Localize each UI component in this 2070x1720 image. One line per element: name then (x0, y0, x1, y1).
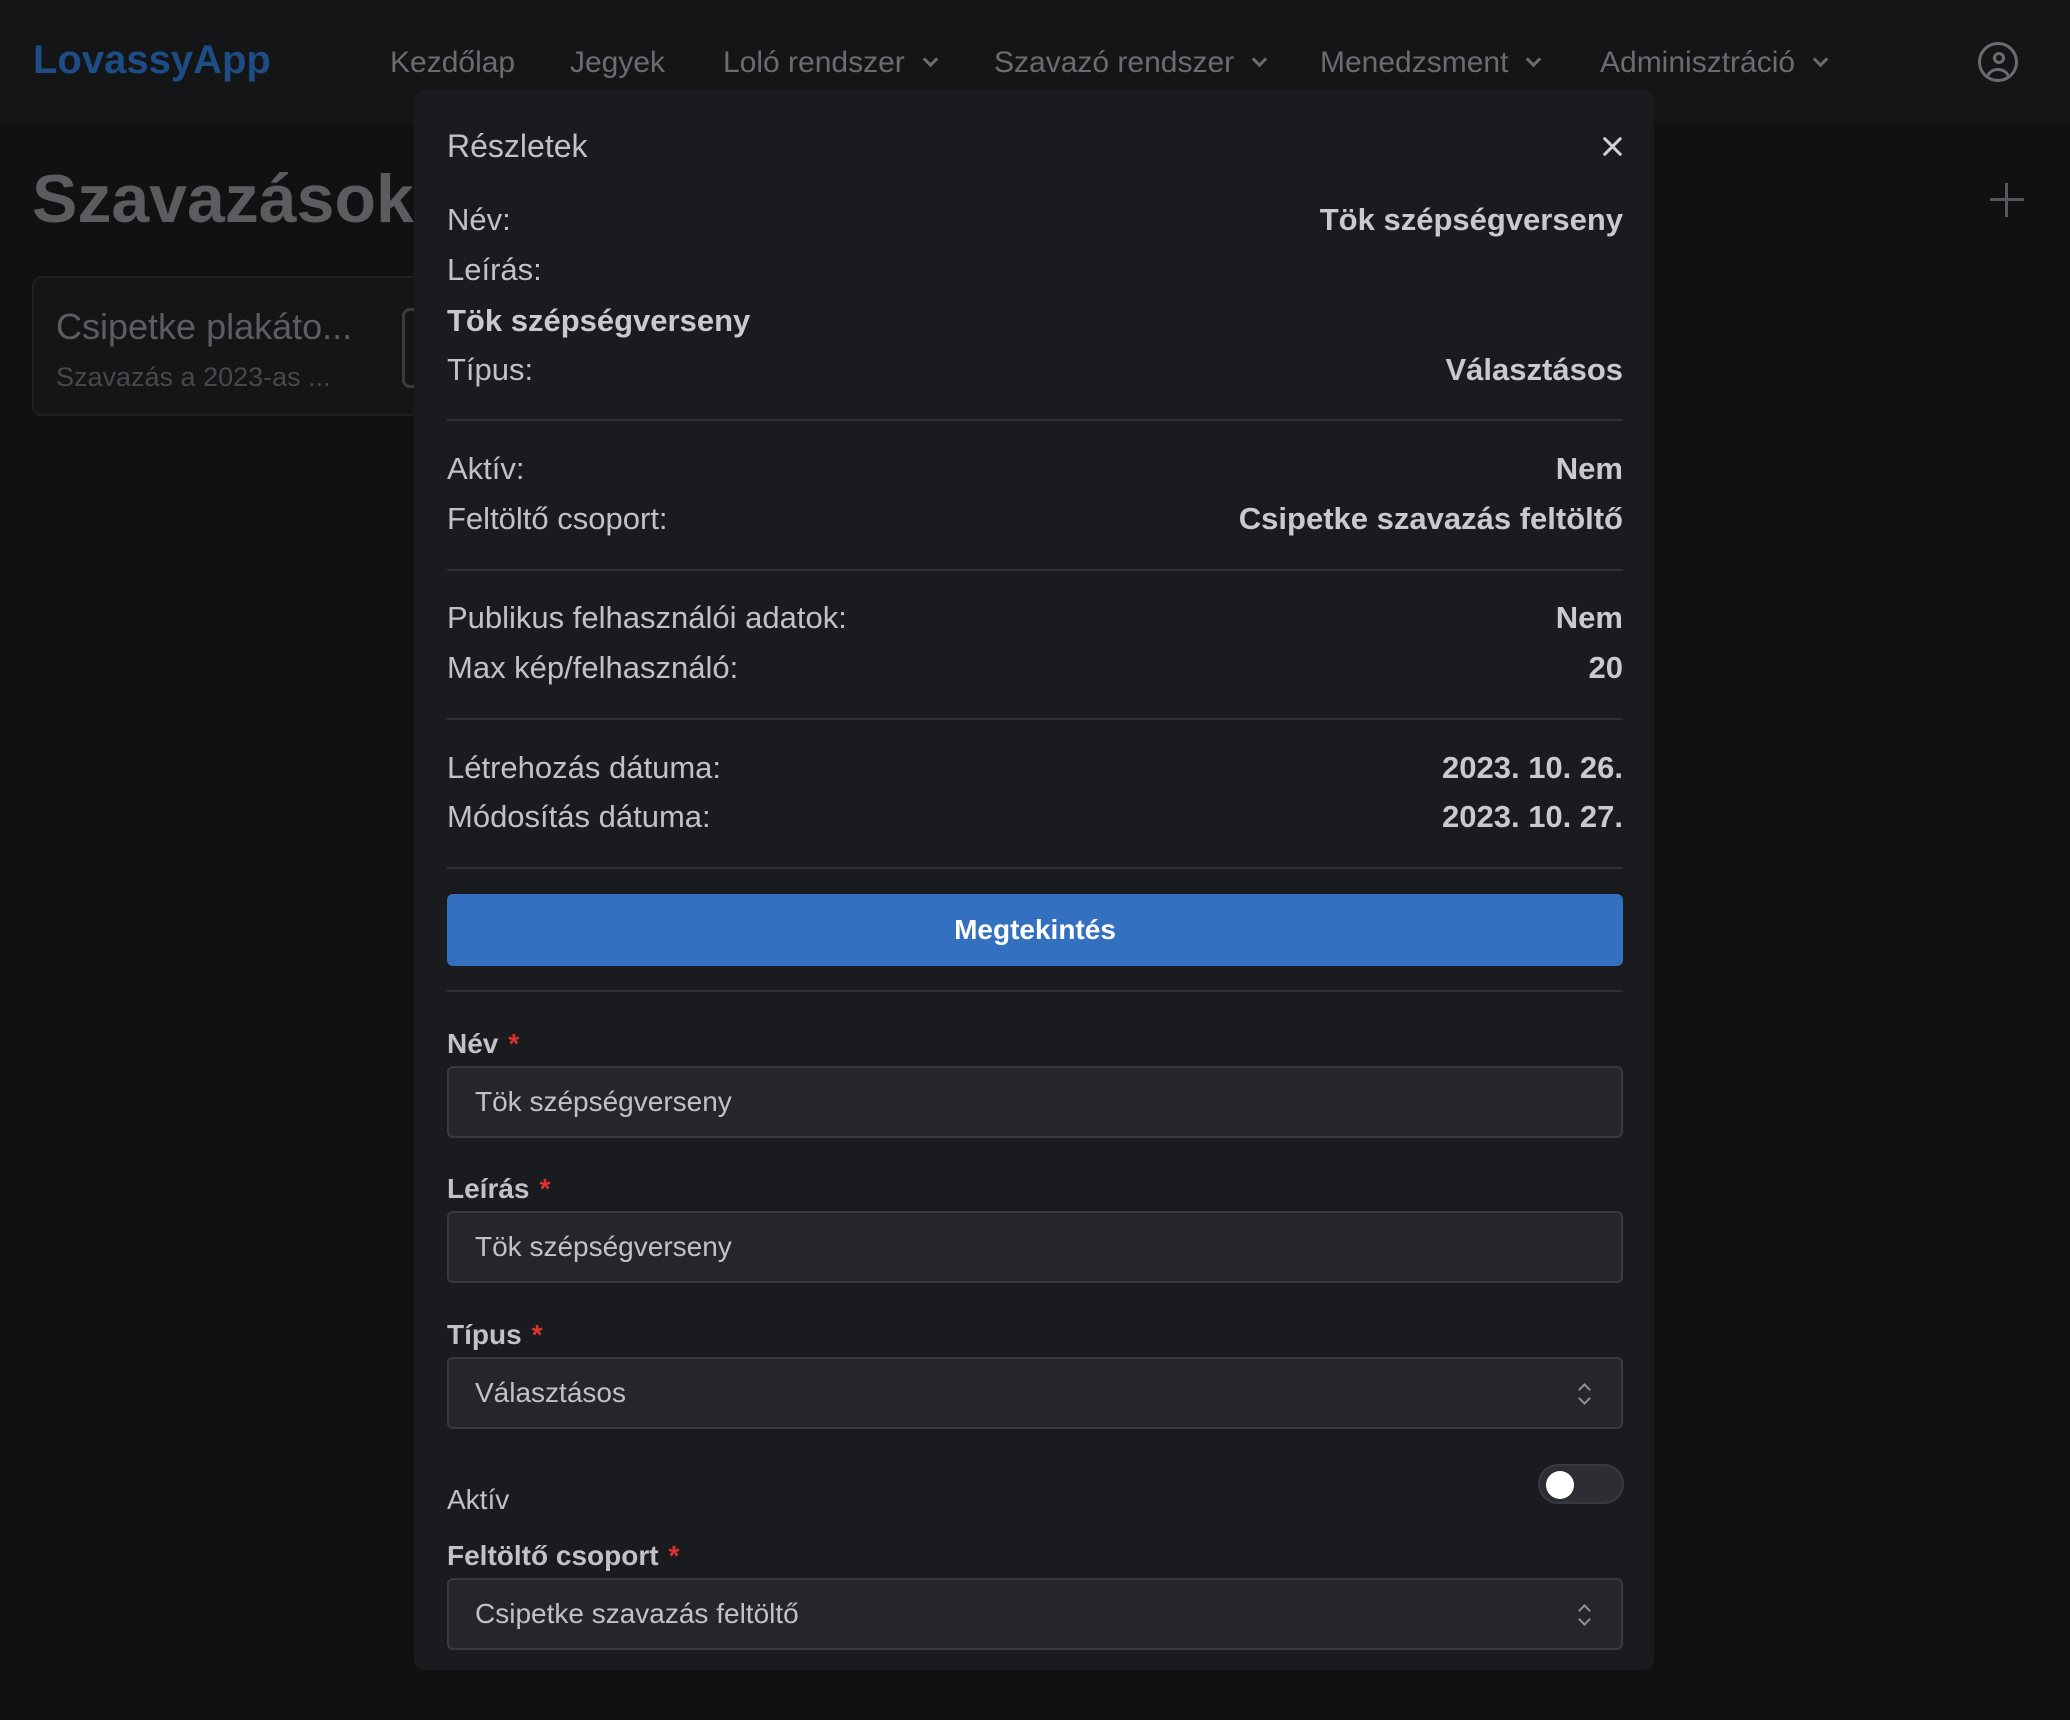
nav-label: Szavazó rendszer (994, 46, 1235, 79)
uploader-group-select[interactable]: Csipetke szavazás feltöltő (447, 1578, 1623, 1650)
nav-label: Jegyek (570, 46, 666, 79)
description-field-label: Leírás * (447, 1173, 550, 1205)
detail-label: Leírás: (447, 252, 542, 287)
active-switch-label: Aktív (447, 1484, 510, 1515)
detail-row-type: Típus: Választásos (447, 352, 1623, 392)
detail-label: Létrehozás dátuma: (447, 750, 722, 785)
chevron-down-icon (1526, 51, 1542, 67)
detail-row-name: Név: Tök szépségverseny (447, 202, 1623, 242)
divider (447, 867, 1623, 869)
detail-value: Nem (1555, 600, 1623, 635)
nav-item-lolo-system[interactable]: Loló rendszer (723, 46, 939, 80)
detail-label: Módosítás dátuma: (447, 799, 711, 834)
detail-row-modified: Módosítás dátuma: 2023. 10. 27. (447, 799, 1623, 839)
detail-label: Típus: (447, 352, 534, 387)
detail-row-created: Létrehozás dátuma: 2023. 10. 26. (447, 750, 1623, 790)
name-input-value: Tök szépségverseny (475, 1086, 732, 1117)
field-label-text: Feltöltő csoport (447, 1540, 659, 1571)
nav-item-voting-system[interactable]: Szavazó rendszer (994, 46, 1268, 80)
description-input-value: Tök szépségverseny (475, 1231, 732, 1262)
switch-knob (1546, 1471, 1574, 1499)
detail-value: 2023. 10. 26. (1442, 750, 1623, 785)
detail-value: 20 (1588, 650, 1623, 685)
page-title: Szavazások (32, 161, 414, 237)
description-input[interactable]: Tök szépségverseny (447, 1211, 1623, 1283)
detail-value: Csipetke szavazás feltöltő (1238, 501, 1623, 536)
poll-card[interactable]: Csipetke plakáto... Szavazás a 2023-as .… (32, 276, 452, 416)
detail-label: Aktív: (447, 451, 525, 486)
divider (447, 569, 1623, 571)
detail-label: Max kép/felhasználó: (447, 650, 739, 685)
detail-label: Név: (447, 202, 511, 237)
detail-value: 2023. 10. 27. (1442, 799, 1623, 834)
required-mark: * (539, 1173, 551, 1204)
poll-card-title: Csipetke plakáto... (56, 306, 353, 347)
user-circle-icon[interactable] (1978, 42, 2018, 82)
detail-value: Választásos (1445, 352, 1624, 387)
type-field-label: Típus * (447, 1319, 543, 1351)
nav-label: Kezdőlap (390, 46, 516, 79)
view-button[interactable]: Megtekintés (447, 894, 1623, 966)
field-label-text: Leírás (447, 1173, 530, 1204)
nav-label: Loló rendszer (723, 46, 905, 79)
detail-row-active: Aktív: Nem (447, 451, 1623, 491)
name-field-label: Név * (447, 1028, 519, 1060)
nav-item-management[interactable]: Menedzsment (1320, 46, 1542, 80)
nav-item-tickets[interactable]: Jegyek (570, 46, 665, 80)
divider (447, 419, 1623, 421)
chevron-down-icon (1251, 51, 1268, 67)
selector-arrows-icon (1577, 1383, 1591, 1405)
nav-label: Menedzsment (1320, 46, 1509, 79)
uploader-group-select-value: Csipetke szavazás feltöltő (475, 1598, 799, 1629)
active-switch[interactable] (1538, 1464, 1624, 1504)
type-select-value: Választásos (475, 1377, 626, 1408)
selector-arrows-icon (1577, 1604, 1591, 1626)
required-mark: * (668, 1540, 680, 1571)
chevron-down-icon (1812, 51, 1829, 67)
nav-label: Adminisztráció (1600, 46, 1796, 79)
nav-item-home[interactable]: Kezdőlap (390, 46, 515, 80)
nav-item-administration[interactable]: Adminisztráció (1600, 46, 1829, 80)
details-modal: Részletek Név: Tök szépségverseny Leírás… (414, 90, 1654, 1670)
detail-row-description: Leírás: (447, 252, 1623, 292)
detail-value: Tök szépségverseny (1319, 202, 1623, 237)
close-icon[interactable] (1592, 126, 1632, 166)
divider (447, 718, 1623, 720)
detail-description-value: Tök szépségverseny (447, 303, 751, 338)
required-mark: * (508, 1028, 520, 1059)
divider (447, 990, 1623, 992)
detail-value: Nem (1555, 451, 1623, 486)
detail-row-max-images: Max kép/felhasználó: 20 (447, 650, 1623, 690)
app-logo[interactable]: LovassyApp (33, 38, 271, 83)
modal-title: Részletek (447, 128, 588, 164)
field-label-text: Név (447, 1028, 499, 1059)
detail-label: Feltöltő csoport: (447, 501, 668, 536)
required-mark: * (531, 1319, 543, 1350)
field-label-text: Típus (447, 1319, 522, 1350)
chevron-down-icon (922, 51, 939, 67)
detail-label: Publikus felhasználói adatok: (447, 600, 847, 635)
type-select[interactable]: Választásos (447, 1357, 1623, 1429)
name-input[interactable]: Tök szépségverseny (447, 1066, 1623, 1138)
detail-row-uploader-group: Feltöltő csoport: Csipetke szavazás felt… (447, 501, 1623, 541)
uploader-group-field-label: Feltöltő csoport * (447, 1540, 679, 1572)
plus-icon[interactable] (1990, 183, 2024, 217)
poll-card-subtitle: Szavazás a 2023-as ... (56, 362, 331, 392)
detail-row-public-user-data: Publikus felhasználói adatok: Nem (447, 600, 1623, 640)
